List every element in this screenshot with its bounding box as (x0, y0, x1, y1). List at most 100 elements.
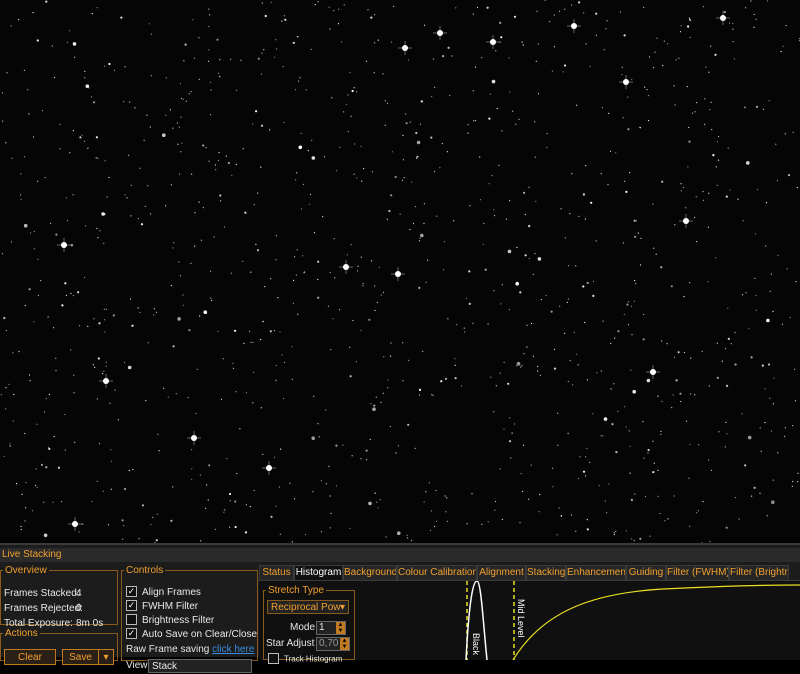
star (335, 444, 338, 447)
star (213, 236, 215, 238)
star (110, 449, 112, 451)
star (724, 446, 726, 448)
tab-status[interactable]: Status (259, 565, 294, 580)
stacked-image-view[interactable] (0, 0, 800, 543)
star (373, 72, 375, 74)
brightness-filter-checkbox[interactable]: Brightness Filter (126, 614, 214, 626)
align-frames-checkbox[interactable]: ✓ Align Frames (126, 586, 201, 598)
star (292, 41, 295, 45)
bright-star (433, 26, 447, 40)
star (557, 412, 559, 414)
star (771, 500, 775, 505)
star (129, 298, 132, 300)
stretch-type-select[interactable]: Reciprocal Pow ▾ (267, 600, 349, 614)
star (20, 528, 22, 531)
star (560, 515, 563, 517)
histogram-chart[interactable]: Black Mid Level (363, 581, 800, 660)
star (351, 89, 354, 93)
star (640, 264, 642, 266)
mode-spinner[interactable]: 1 ▲ ▼ (316, 621, 346, 635)
fwhm-filter-checkbox[interactable]: ✓ FWHM Filter (126, 600, 198, 612)
star (512, 110, 514, 112)
star (792, 480, 794, 483)
fwhm-filter-check-icon[interactable]: ✓ (126, 600, 137, 611)
spinner-arrows-icon[interactable]: ▲ ▼ (336, 622, 345, 634)
star (389, 355, 392, 357)
track-histogram-check-icon[interactable] (268, 653, 279, 664)
save-options-chevron-down-icon[interactable]: ▾ (98, 649, 114, 665)
star (726, 384, 729, 387)
tab-histogram[interactable]: Histogram (294, 565, 343, 580)
star (10, 25, 12, 27)
star (293, 279, 295, 281)
star (717, 135, 720, 138)
controls-group: Controls ✓ Align Frames ✓ FWHM Filter Brig… (121, 565, 258, 673)
star (95, 157, 97, 159)
star (455, 7, 457, 9)
star (615, 152, 617, 154)
star (586, 379, 589, 381)
star (207, 499, 209, 501)
star (283, 122, 285, 124)
star (308, 203, 310, 205)
star (727, 307, 729, 309)
star (236, 89, 238, 91)
star-adjust-spinner[interactable]: 0,70 ▲ ▼ (316, 637, 350, 651)
star (566, 301, 568, 303)
star (709, 109, 711, 111)
star (274, 56, 276, 58)
star (391, 151, 393, 153)
star (608, 112, 610, 114)
star (152, 516, 154, 519)
star (28, 288, 31, 291)
star (103, 370, 105, 372)
star (24, 304, 26, 307)
star (105, 361, 107, 363)
star (30, 232, 32, 234)
frames-stacked-value: 4 (76, 588, 82, 599)
tab-enhancement[interactable]: Enhancement (566, 565, 626, 580)
star (329, 527, 331, 529)
star (402, 380, 404, 382)
star (123, 487, 127, 491)
star (489, 93, 491, 95)
tab-guiding[interactable]: Guiding (626, 565, 666, 580)
auto-save-checkbox[interactable]: ✓ Auto Save on Clear/Close (126, 628, 257, 640)
raw-frame-saving-link[interactable]: click here (212, 644, 254, 655)
star (673, 495, 675, 497)
auto-save-check-icon[interactable]: ✓ (126, 628, 137, 639)
star (361, 180, 363, 182)
star (95, 136, 98, 139)
star (562, 71, 564, 73)
spinner-arrows-icon[interactable]: ▲ ▼ (340, 638, 349, 650)
star (751, 495, 753, 497)
star (671, 407, 673, 409)
tab-alignment[interactable]: Alignment (477, 565, 526, 580)
star (629, 472, 631, 474)
clear-button[interactable]: Clear (4, 649, 56, 665)
star (69, 152, 71, 154)
star (275, 259, 277, 261)
track-histogram-checkbox[interactable]: Track Histogram (268, 653, 342, 665)
align-frames-check-icon[interactable]: ✓ (126, 586, 137, 597)
star (347, 94, 349, 96)
save-button[interactable]: Save (62, 649, 98, 665)
frames-rejected-value: 0 (76, 603, 82, 614)
tab-colour-calibration[interactable]: Colour Calibration (397, 565, 477, 580)
brightness-filter-check-icon[interactable] (126, 614, 137, 625)
tab-filter-fwhm[interactable]: Filter (FWHM) (666, 565, 729, 580)
star (621, 66, 623, 68)
star (25, 482, 27, 484)
bright-star (391, 267, 405, 281)
star (37, 258, 39, 260)
star (716, 376, 719, 379)
star (558, 10, 561, 12)
star (702, 501, 704, 503)
tab-background[interactable]: Background (343, 565, 397, 580)
star (491, 175, 493, 177)
view-select[interactable]: Stack (148, 659, 252, 673)
tab-stacking[interactable]: Stacking (526, 565, 566, 580)
tab-filter-brightne[interactable]: Filter (Brightne (729, 565, 789, 580)
star (647, 448, 650, 452)
bright-star (68, 517, 82, 531)
